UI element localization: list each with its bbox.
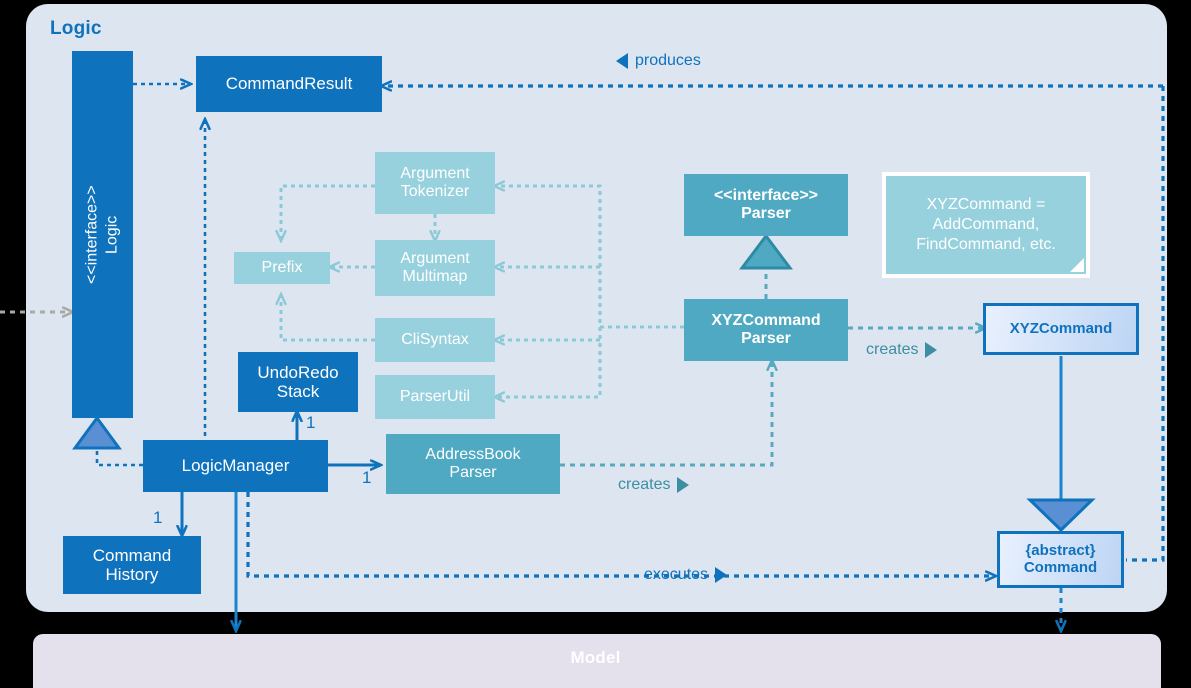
class-command-history[interactable]: Command History bbox=[63, 536, 201, 594]
edge-label-executes-text: executes bbox=[644, 566, 709, 583]
class-cli-syntax[interactable]: CliSyntax bbox=[375, 318, 495, 362]
wire-argumenttokenizer-to-prefix bbox=[281, 184, 375, 240]
class-address-book-parser[interactable]: AddressBook Parser bbox=[386, 434, 560, 494]
inheritance-triangle-logic bbox=[72, 415, 122, 450]
class-command-abstract[interactable]: {abstract} Command bbox=[997, 531, 1124, 588]
class-command-result[interactable]: CommandResult bbox=[196, 56, 382, 112]
edge-label-creates-command-text: creates bbox=[866, 341, 919, 358]
wire-logicmanager-realizes-logic bbox=[95, 448, 143, 467]
edge-label-executes: executes bbox=[644, 566, 728, 584]
note-text: XYZCommand = AddCommand, FindCommand, et… bbox=[916, 196, 1056, 253]
class-prefix[interactable]: Prefix bbox=[234, 252, 330, 284]
multiplicity-undo-redo-stack: 1 bbox=[306, 413, 316, 432]
class-undo-redo-stack[interactable]: UndoRedo Stack bbox=[238, 352, 358, 412]
class-parser-interface[interactable]: <<interface>> Parser bbox=[684, 174, 848, 236]
class-logic-interface[interactable]: <<interface>> Logic bbox=[72, 51, 133, 418]
wire-clisyntax-to-prefix bbox=[281, 295, 375, 342]
wire-xyzparser-to-parserutil bbox=[495, 327, 602, 397]
class-logic-manager[interactable]: LogicManager bbox=[143, 440, 328, 492]
wire-addressbookparser-creates-xyzcommandparser bbox=[560, 361, 772, 467]
triangle-left-icon bbox=[616, 53, 628, 69]
class-argument-tokenizer[interactable]: Argument Tokenizer bbox=[375, 152, 495, 214]
multiplicity-address-book-parser: 1 bbox=[362, 468, 372, 487]
inheritance-triangle-command bbox=[1026, 498, 1096, 533]
class-xyz-command[interactable]: XYZCommand bbox=[983, 303, 1139, 355]
class-parser-util[interactable]: ParserUtil bbox=[375, 375, 495, 419]
wire-xyzparser-to-argumenttokenizer bbox=[495, 186, 684, 329]
inheritance-triangle-parser bbox=[739, 233, 793, 270]
edge-label-creates-command: creates bbox=[866, 341, 938, 359]
edge-label-creates-parser-text: creates bbox=[618, 476, 671, 493]
wire-logicmanager-executes-command bbox=[246, 492, 995, 576]
class-argument-multimap[interactable]: Argument Multimap bbox=[375, 240, 495, 296]
diagram-canvas: Logic Model <<interface>> Logic CommandR… bbox=[0, 0, 1191, 688]
edge-label-produces: produces bbox=[616, 52, 701, 70]
multiplicity-command-history: 1 bbox=[153, 508, 163, 527]
note-fold-corner bbox=[1070, 258, 1084, 272]
class-xyz-command-parser[interactable]: XYZCommand Parser bbox=[684, 299, 848, 361]
edge-label-creates-parser: creates bbox=[618, 476, 690, 494]
triangle-right-icon-2 bbox=[677, 477, 690, 493]
triangle-right-icon-3 bbox=[715, 567, 728, 583]
note-xyzcommand-legend: XYZCommand = AddCommand, FindCommand, et… bbox=[882, 172, 1090, 278]
triangle-right-icon bbox=[925, 342, 938, 358]
edge-label-produces-text: produces bbox=[635, 52, 701, 69]
